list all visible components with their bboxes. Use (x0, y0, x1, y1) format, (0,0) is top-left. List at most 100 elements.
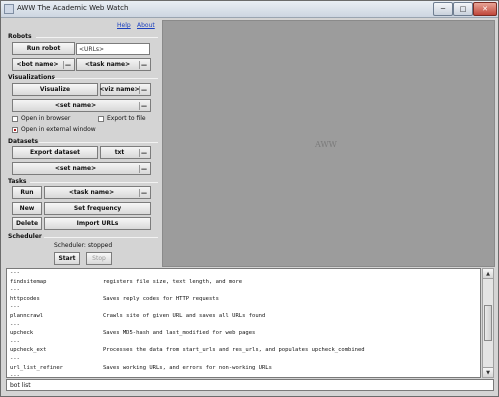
output-command: --- (10, 356, 20, 362)
format-value: txt (114, 149, 125, 156)
stop-scheduler-button[interactable]: Stop (86, 252, 112, 265)
checkbox-icon (12, 115, 18, 122)
tasks-divider (30, 182, 158, 183)
run-robot-button[interactable]: Run robot (12, 42, 75, 55)
app-window: AWW The Academic Web Watch ─ □ ✕ Help Ab… (0, 0, 499, 397)
help-link[interactable]: Help (117, 22, 131, 29)
output-line: upcheck_ext Processes the data from start… (10, 347, 365, 353)
export-to-file-checkbox[interactable]: Export to file (98, 115, 146, 122)
output-line: --- (10, 304, 103, 310)
output-line: planncrawl Crawls site of given URL and s… (10, 313, 265, 319)
output-description: Saves working URLs, and errors for non-w… (103, 364, 272, 371)
scroll-down-icon[interactable]: ▼ (483, 367, 493, 377)
output-description: Saves reply codes for HTTP requests (103, 295, 219, 302)
viz-set-select[interactable]: <set name> — (12, 99, 151, 112)
viz-set-value: <set name> (54, 102, 97, 109)
dropdown-arrow-icon: — (139, 86, 147, 94)
scheduler-divider (44, 237, 158, 238)
output-line: --- (10, 373, 103, 378)
minimize-button[interactable]: ─ (433, 2, 453, 16)
delete-task-button[interactable]: Delete (12, 217, 42, 230)
import-urls-button[interactable]: Import URLs (44, 217, 151, 230)
run-task-button[interactable]: Run (12, 186, 42, 199)
output-description: Processes the data from start_urls and r… (103, 347, 365, 354)
open-in-browser-label: Open in browser (21, 115, 71, 122)
export-dataset-button[interactable]: Export dataset (12, 146, 98, 159)
output-command: --- (10, 338, 20, 345)
set-frequency-button[interactable]: Set frequency (44, 202, 151, 215)
output-line: --- (10, 339, 103, 345)
title-bar[interactable]: AWW The Academic Web Watch ─ □ ✕ (1, 1, 498, 18)
open-external-window-checkbox[interactable]: Open in external window (12, 126, 96, 133)
bot-name-value: <bot name> (16, 61, 59, 68)
output-command: --- (10, 287, 20, 294)
urls-input[interactable]: <URLs> (76, 43, 150, 55)
output-line: --- (10, 322, 103, 328)
open-in-browser-checkbox[interactable]: Open in browser (12, 115, 70, 122)
output-description: Crawls site of given URL and saves all U… (103, 313, 266, 319)
maximize-icon: □ (459, 5, 467, 13)
output-command: url_list_refiner (10, 364, 63, 371)
visualizations-section-label: Visualizations (8, 74, 56, 81)
robots-section-label: Robots (8, 33, 32, 40)
scheduler-section-label: Scheduler (8, 233, 42, 240)
robot-task-select[interactable]: <task name> — (76, 58, 151, 71)
about-link[interactable]: About (137, 22, 155, 29)
output-line: findsitemap registers file size, text len… (10, 279, 242, 285)
tasks-section-label: Tasks (8, 178, 27, 185)
output-command: --- (10, 373, 20, 378)
output-command: findsitemap (10, 278, 47, 285)
task-name-value: <task name> (68, 189, 115, 196)
viz-name-value: <viz name> (99, 86, 140, 93)
output-command: upcheck (10, 330, 34, 337)
close-button[interactable]: ✕ (473, 2, 497, 16)
dataset-set-select[interactable]: <set name> — (12, 162, 151, 175)
dropdown-arrow-icon: — (139, 189, 147, 197)
visualizations-divider (54, 78, 158, 79)
robots-divider (36, 37, 158, 38)
dropdown-arrow-icon: — (139, 149, 147, 157)
window-title: AWW The Academic Web Watch (17, 4, 129, 12)
output-line: url_list_refiner Saves working URLs, and … (10, 365, 272, 371)
viz-name-select[interactable]: <viz name> — (99, 83, 151, 96)
visualization-canvas[interactable]: AWW (162, 20, 495, 267)
format-select[interactable]: txt — (100, 146, 151, 159)
app-icon (4, 4, 14, 14)
output-line: --- (10, 356, 103, 362)
scroll-thumb[interactable] (484, 305, 492, 341)
bot-name-select[interactable]: <bot name> — (12, 58, 75, 71)
output-command: upcheck_ext (10, 347, 47, 354)
export-to-file-label: Export to file (107, 115, 146, 122)
command-input[interactable]: bot list (6, 379, 494, 391)
output-command: --- (10, 270, 20, 276)
maximize-button[interactable]: □ (453, 2, 473, 16)
visualize-button[interactable]: Visualize (12, 83, 98, 96)
output-line: upcheck Saves MD5-hash and last_modified … (10, 330, 255, 336)
task-name-select[interactable]: <task name> — (44, 186, 151, 199)
close-icon: ✕ (482, 5, 488, 13)
canvas-watermark: AWW (315, 140, 337, 149)
output-line: --- (10, 270, 103, 276)
output-description: Saves MD5-hash and last_modified for web… (103, 330, 256, 337)
output-scrollbar[interactable]: ▲ ▼ (482, 268, 494, 378)
output-line: httpcodes Saves reply codes for HTTP requ… (10, 296, 219, 302)
minimize-icon: ─ (440, 5, 446, 13)
scheduler-status: Scheduler: stopped (54, 242, 113, 249)
output-description: registers file size, text length, and mo… (103, 278, 243, 285)
new-task-button[interactable]: New (12, 202, 42, 215)
dropdown-arrow-icon: — (139, 102, 147, 110)
datasets-section-label: Datasets (8, 138, 39, 145)
dropdown-arrow-icon: — (63, 61, 71, 69)
checkbox-checked-icon (12, 126, 18, 133)
output-command: httpcodes (10, 295, 40, 302)
open-external-window-label: Open in external window (21, 126, 96, 133)
scroll-up-icon[interactable]: ▲ (483, 269, 493, 279)
dataset-set-value: <set name> (54, 165, 97, 172)
output-pane[interactable]: --- findsitemap registers file size, text … (6, 268, 481, 378)
output-line: --- (10, 287, 103, 293)
output-command: --- (10, 321, 20, 328)
dropdown-arrow-icon: — (139, 61, 147, 69)
start-scheduler-button[interactable]: Start (54, 252, 80, 265)
output-command: --- (10, 304, 20, 311)
dropdown-arrow-icon: — (139, 165, 147, 173)
